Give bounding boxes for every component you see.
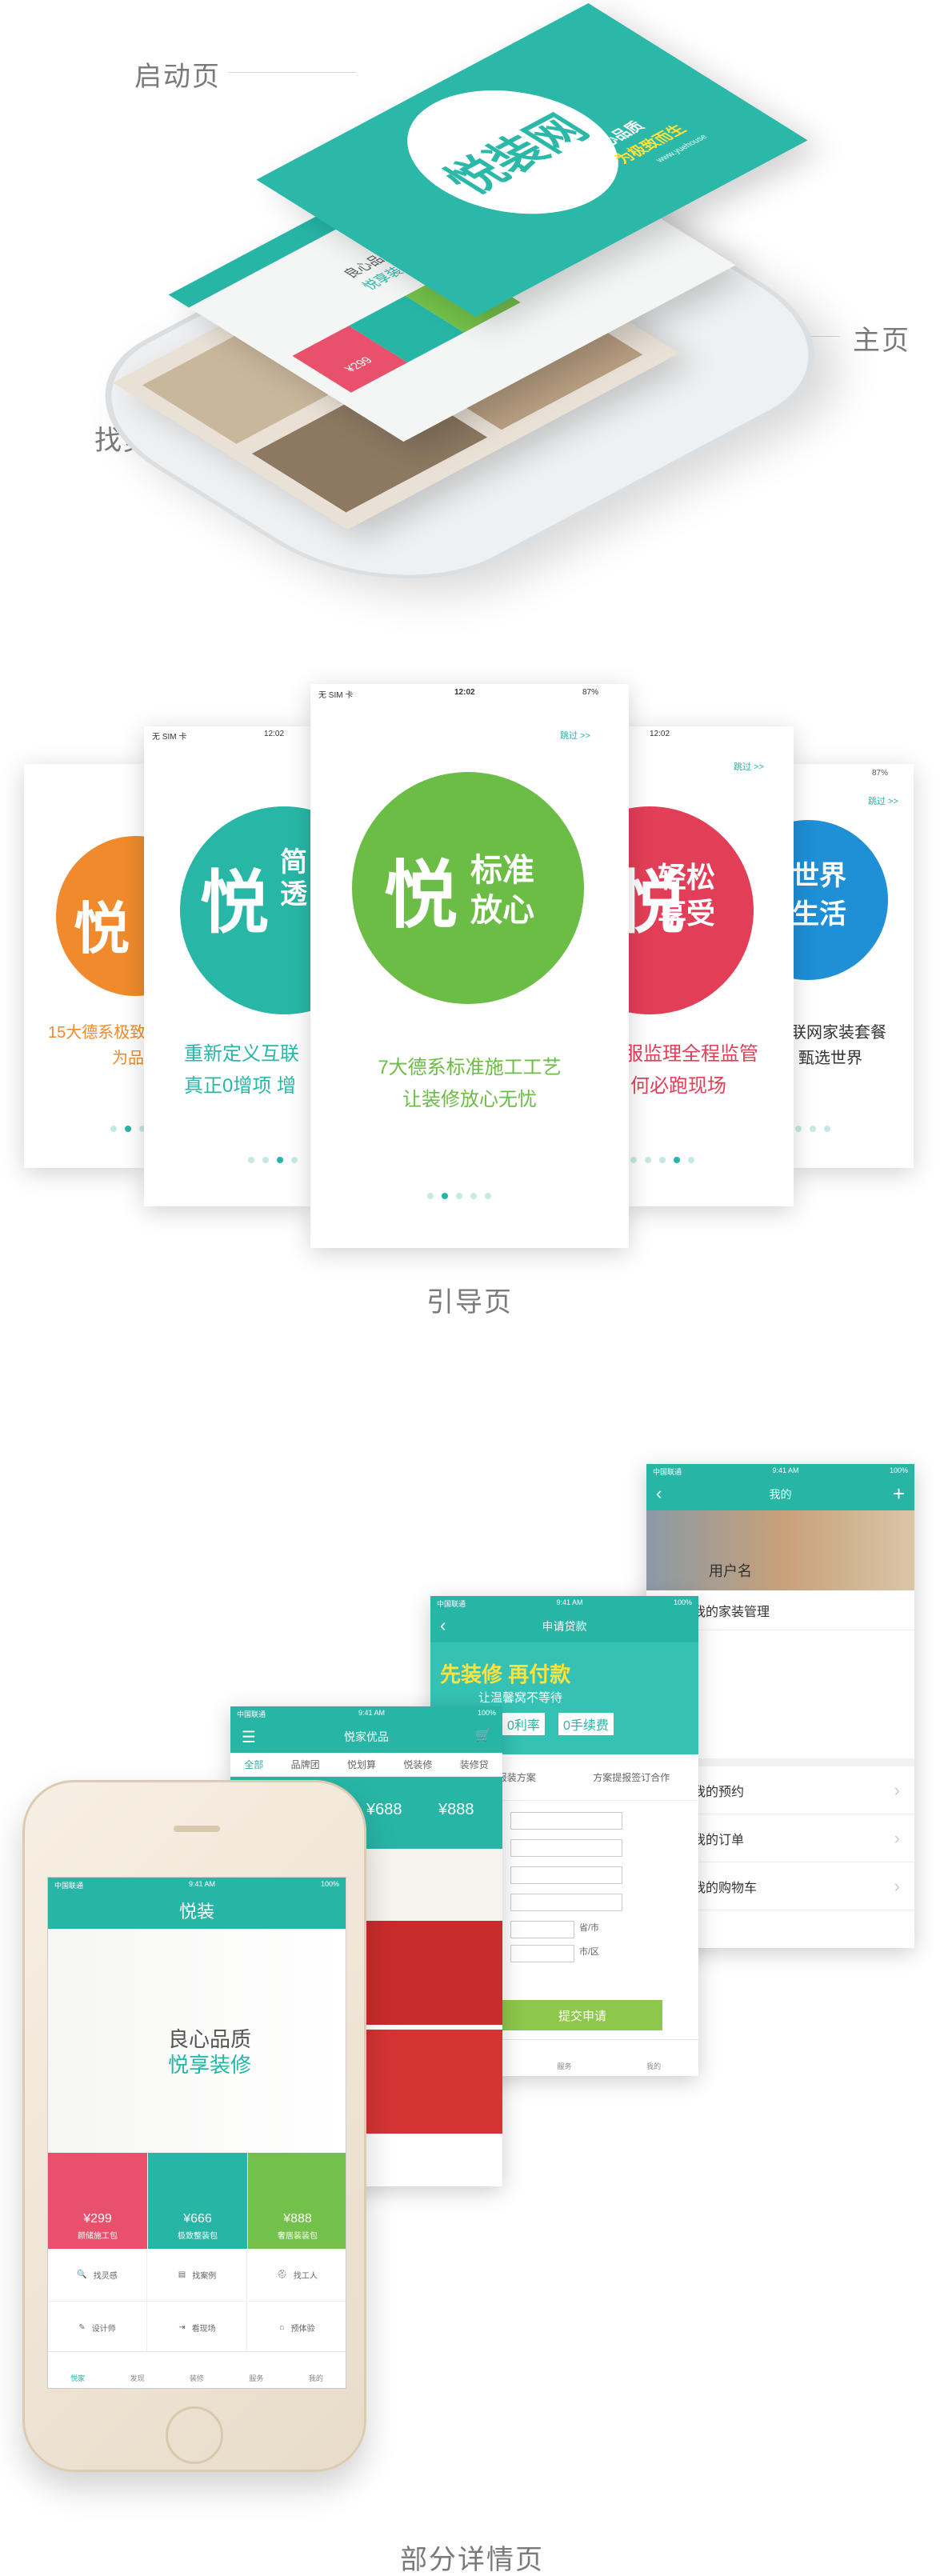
- guide-card-1-text2: 为品质: [112, 1050, 146, 1067]
- profile-banner: 用户名: [646, 1510, 914, 1590]
- guide-card-2: 无 SIM 卡 12:02 悦 简 透 重新定义互联 真正0增项 增: [144, 726, 312, 1206]
- plus-icon[interactable]: +: [893, 1482, 905, 1506]
- grid-workers[interactable]: ⛑ 找工人: [248, 2249, 346, 2302]
- guide-card-5: 87% 跳过 >> 世界 生活 联网家装套餐 甄选世界: [792, 764, 914, 1168]
- status-carrier: 无 SIM 卡: [318, 691, 354, 700]
- home-banner: 良心品质 悦享装修: [48, 1929, 346, 2153]
- status-battery: 87%: [582, 688, 599, 697]
- shop-tabs[interactable]: 全部 品牌团 悦划算 悦装修 装修贷: [230, 1753, 502, 1777]
- guide-card-3-text1: 7大德系标准施工工艺: [378, 1057, 562, 1078]
- cat-666[interactable]: ¥666 极致整装包: [148, 2153, 247, 2249]
- guide-card-1: 悦 15大德系极致 为品质: [24, 764, 146, 1168]
- label-line-splash: [228, 72, 356, 73]
- label-splash: 启动页: [134, 62, 221, 92]
- back-icon[interactable]: ‹: [656, 1483, 662, 1504]
- guide-card-4: 12:02 跳过 >> 悦 轻松 享受 服监理全程监管 何必跑现场: [626, 726, 794, 1206]
- iphone-gold: 中国联通 9:41 AM 100% 悦装 良心品质 悦享装修 ¥299 颜储施工包 ¥…: [22, 1780, 366, 2472]
- page-dots[interactable]: [427, 1193, 491, 1199]
- guide-card-1-text1: 15大德系极致: [48, 1024, 146, 1042]
- guide-card-5-text1: 联网家装套餐: [792, 1024, 886, 1042]
- loan-title: 申请贷款: [542, 1620, 587, 1633]
- grid-experience[interactable]: ⌂ 预体验: [248, 2302, 346, 2354]
- guide-card-2-text2: 真正0增项 增: [184, 1075, 297, 1097]
- guide-big-char: 悦: [384, 855, 458, 937]
- home-tabbar[interactable]: 悦家 发现 装修 服务 我的: [48, 2351, 346, 2388]
- username: 用户名: [709, 1563, 752, 1579]
- guide-card-4-text1: 服监理全程监管: [626, 1043, 758, 1065]
- home-logo: 悦装: [48, 1892, 346, 1929]
- cat-888[interactable]: ¥888 奢居装装包: [248, 2153, 346, 2249]
- home-screen-detail: 中国联通 9:41 AM 100% 悦装 良心品质 悦享装修 ¥299 颜储施工包 ¥…: [47, 1877, 346, 2389]
- guide-card-2-text1: 重新定义互联: [184, 1043, 299, 1065]
- grid-designer[interactable]: ✎ 设计师: [48, 2302, 147, 2354]
- grid-inspiration[interactable]: 🔍 找灵感: [48, 2249, 147, 2302]
- shop-title: 悦家优品: [344, 1730, 389, 1743]
- guide-card-4-text2: 何必跑现场: [630, 1075, 726, 1097]
- cart-icon[interactable]: 🛒: [475, 1727, 491, 1743]
- label-details: 部分详情页: [400, 2545, 544, 2575]
- grid-site[interactable]: ⇥ 看现场: [148, 2302, 247, 2354]
- grid-cases[interactable]: ▤ 找案例: [148, 2249, 247, 2302]
- home-button[interactable]: [166, 2406, 223, 2464]
- menu-icon[interactable]: ☰: [242, 1727, 256, 1747]
- label-home: 主页: [853, 326, 910, 356]
- guide-card-3-text2: 让装修放心无忧: [402, 1089, 537, 1110]
- skip-link-4[interactable]: 跳过 >>: [734, 760, 764, 773]
- guide-card-5-text2: 甄选世界: [798, 1050, 862, 1067]
- guide-card-3: 无 SIM 卡 12:02 87% 跳过 >> 悦 标准 放心 7大德系标准施工…: [310, 684, 629, 1248]
- back-icon[interactable]: ‹: [440, 1615, 446, 1636]
- status-time: 12:02: [454, 688, 475, 697]
- skip-link-5[interactable]: 跳过 >>: [868, 794, 898, 807]
- label-guide: 引导页: [426, 1287, 513, 1318]
- manage-title[interactable]: 我的家装管理: [693, 1601, 770, 1620]
- guide-side-2: 放心: [470, 893, 534, 928]
- skip-link[interactable]: 跳过 >>: [560, 729, 590, 742]
- submit-button[interactable]: 提交申请: [502, 2000, 662, 2030]
- mine-title: 我的: [769, 1488, 792, 1501]
- cat-299[interactable]: ¥299 颜储施工包: [48, 2153, 147, 2249]
